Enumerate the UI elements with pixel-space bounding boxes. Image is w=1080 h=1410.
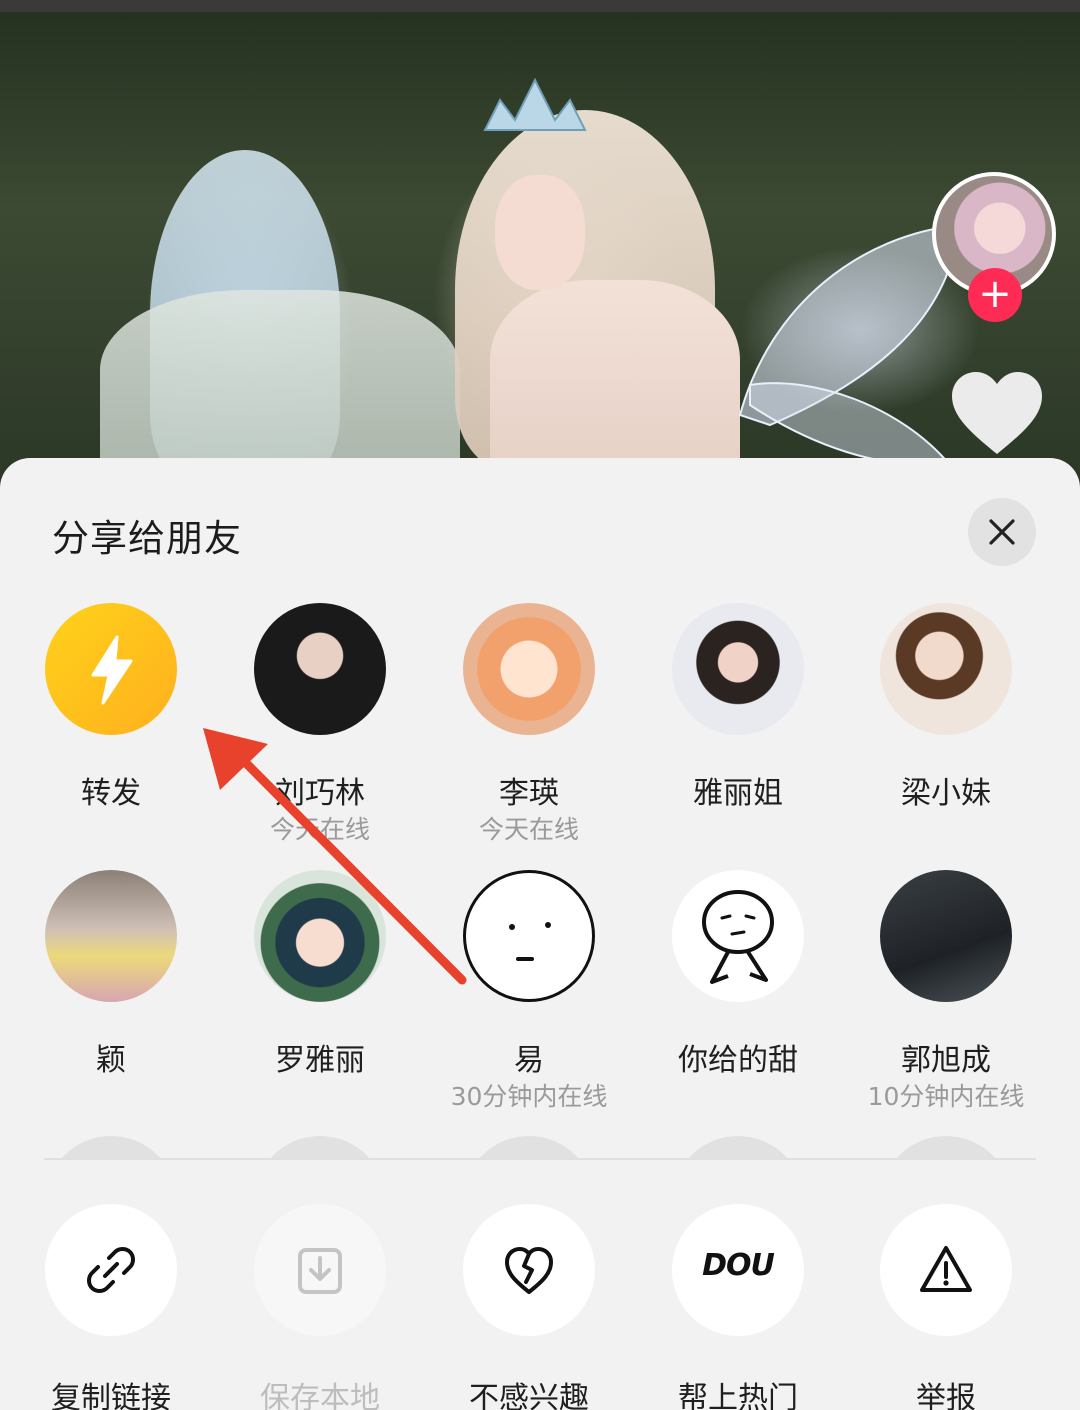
- friend-name: 罗雅丽: [275, 1043, 365, 1078]
- friend-name: 你给的甜: [678, 1043, 798, 1078]
- friend-avatar[interactable]: [880, 603, 1012, 735]
- friend-avatar[interactable]: [254, 870, 386, 1002]
- copy-link-button[interactable]: 复制链接: [6, 1204, 216, 1410]
- friend-avatar-partial[interactable]: [672, 1136, 804, 1158]
- warning-icon: [920, 1246, 972, 1292]
- status-bar-strip: [0, 0, 1080, 12]
- broken-heart-icon: [505, 1247, 553, 1294]
- friend-avatar[interactable]: [463, 603, 595, 735]
- video-background[interactable]: +: [0, 0, 1080, 520]
- friend-status: 30分钟内在线: [450, 1082, 608, 1111]
- screen: + 分享给朋友 转发 刘巧林 今天在线 李瑛 今天在线 雅丽姐 梁小妹 颖 罗雅…: [0, 0, 1080, 1410]
- friend-avatar[interactable]: [45, 870, 177, 1002]
- action-label: 不感兴趣: [469, 1381, 589, 1410]
- crown-decoration: [483, 77, 587, 131]
- friend-item[interactable]: 雅丽姐: [633, 603, 843, 813]
- action-label: 复制链接: [51, 1381, 171, 1410]
- forward-option[interactable]: 转发: [6, 603, 216, 813]
- dou-plus-button[interactable]: DOU 帮上热门: [633, 1204, 843, 1410]
- friend-item[interactable]: 易 30分钟内在线: [424, 870, 634, 1114]
- video-figure-right-body: [490, 280, 740, 480]
- close-icon: [989, 519, 1015, 545]
- forward-avatar[interactable]: [45, 603, 177, 735]
- download-icon: [298, 1248, 342, 1294]
- friend-item[interactable]: 刘巧林 今天在线: [215, 603, 425, 847]
- friend-name: 易: [514, 1043, 544, 1078]
- friend-avatar[interactable]: [254, 603, 386, 735]
- report-button[interactable]: 举报: [841, 1204, 1051, 1410]
- friend-status: 今天在线: [478, 815, 579, 844]
- friend-name: 雅丽姐: [693, 776, 783, 811]
- action-label: 保存本地: [260, 1381, 380, 1410]
- action-label: 帮上热门: [678, 1381, 798, 1410]
- friend-name: 李瑛: [499, 776, 559, 811]
- friend-item[interactable]: 罗雅丽: [215, 870, 425, 1080]
- dou-plus-circle[interactable]: DOU: [672, 1204, 804, 1336]
- friend-avatar[interactable]: [672, 603, 804, 735]
- friend-avatar[interactable]: [672, 870, 804, 1002]
- friend-name: 颖: [96, 1043, 126, 1078]
- dou-plus-icon: DOU: [702, 1248, 775, 1283]
- not-interested-button[interactable]: 不感兴趣: [424, 1204, 634, 1410]
- lightning-icon: [91, 635, 133, 705]
- fairy-wing-decoration: [738, 223, 962, 467]
- save-local-circle[interactable]: [254, 1204, 386, 1336]
- friend-item[interactable]: 颖: [6, 870, 216, 1080]
- friend-name: 转发: [81, 776, 141, 811]
- divider: [44, 1158, 1036, 1160]
- friend-status: 10分钟内在线: [867, 1082, 1025, 1111]
- not-interested-circle[interactable]: [463, 1204, 595, 1336]
- sheet-title: 分享给朋友: [52, 517, 242, 560]
- friend-avatar-partial[interactable]: [254, 1136, 386, 1158]
- friend-avatar[interactable]: [880, 870, 1012, 1002]
- friend-status: 今天在线: [269, 815, 370, 844]
- friend-avatar-partial[interactable]: [45, 1136, 177, 1158]
- like-heart-icon[interactable]: [950, 370, 1044, 456]
- friend-item[interactable]: 梁小妹: [841, 603, 1051, 813]
- close-button[interactable]: [968, 498, 1036, 566]
- doodle-person-icon: [702, 890, 774, 984]
- friend-item[interactable]: 李瑛 今天在线: [424, 603, 634, 847]
- friend-avatar-partial[interactable]: [463, 1136, 595, 1158]
- friend-row-partial: [0, 1136, 1080, 1158]
- friend-avatar-partial[interactable]: [880, 1136, 1012, 1158]
- friend-avatar[interactable]: [463, 870, 595, 1002]
- friend-name: 刘巧林: [275, 776, 365, 811]
- share-sheet: 分享给朋友 转发 刘巧林 今天在线 李瑛 今天在线 雅丽姐 梁小妹 颖 罗雅丽 …: [0, 458, 1080, 1410]
- video-figure-face: [495, 175, 585, 290]
- friend-item[interactable]: 你给的甜: [633, 870, 843, 1080]
- doodle-face-icon: [509, 922, 551, 961]
- copy-link-circle[interactable]: [45, 1204, 177, 1336]
- friend-item[interactable]: 郭旭成 10分钟内在线: [841, 870, 1051, 1114]
- link-icon: [87, 1247, 135, 1293]
- report-circle[interactable]: [880, 1204, 1012, 1336]
- action-label: 举报: [916, 1381, 976, 1410]
- friend-name: 郭旭成: [901, 1043, 991, 1078]
- save-local-button[interactable]: 保存本地: [215, 1204, 425, 1410]
- friend-name: 梁小妹: [901, 776, 991, 811]
- follow-button[interactable]: +: [968, 268, 1022, 322]
